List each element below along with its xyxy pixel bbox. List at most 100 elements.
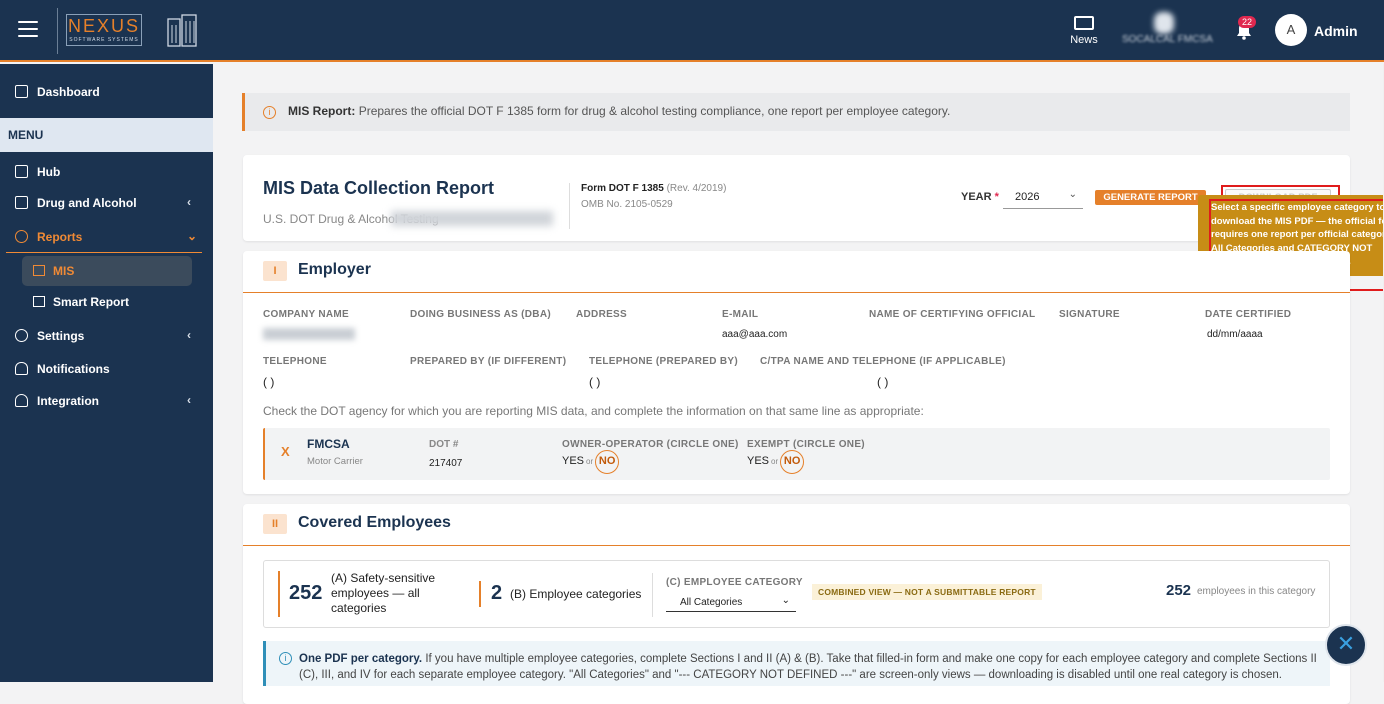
signature-label: SIGNATURE xyxy=(1059,309,1120,320)
sidebar-item-dashboard[interactable]: Dashboard xyxy=(0,77,213,107)
generate-report-button[interactable]: GENERATE REPORT xyxy=(1095,190,1206,205)
nexus-logo[interactable]: NEXUS SOFTWARE SYSTEMS xyxy=(66,14,142,46)
company-logo xyxy=(1154,12,1174,34)
hamburger-menu-icon[interactable] xyxy=(18,21,38,37)
divider xyxy=(243,545,1350,546)
news-button[interactable]: News xyxy=(1068,16,1100,46)
employee-categories-count: 2 xyxy=(491,582,503,604)
sidebar-item-hub[interactable]: Hub xyxy=(0,157,213,187)
exempt-label: EXEMPT (CIRCLE ONE) xyxy=(747,439,865,450)
divider xyxy=(6,252,202,253)
sidebar-item-smart-report[interactable]: Smart Report xyxy=(22,288,192,316)
yes-option[interactable]: YES xyxy=(562,455,584,467)
sidebar-item-drug-alcohol[interactable]: Drug and Alcohol ‹ xyxy=(0,188,213,218)
section-number: I xyxy=(263,261,287,281)
bell-icon xyxy=(15,362,28,375)
menu-header: MENU xyxy=(0,118,213,152)
prepared-by-label: PREPARED BY (IF DIFFERENT) xyxy=(410,356,567,367)
dot-number-label: DOT # xyxy=(429,439,459,450)
sidebar-item-settings[interactable]: Settings ‹ xyxy=(0,321,213,351)
agency-name: FMCSA xyxy=(307,437,350,451)
section-number: II xyxy=(263,514,287,534)
ctpa-label: C/TPA NAME AND TELEPHONE (IF APPLICABLE) xyxy=(760,356,1006,367)
calendar-icon xyxy=(33,296,45,307)
divider xyxy=(569,183,570,229)
exempt-choice[interactable]: YES or NO xyxy=(747,450,805,474)
sidebar-item-mis[interactable]: MIS xyxy=(22,256,192,286)
divider xyxy=(243,292,1350,293)
safety-sensitive-text: (A) Safety-sensitive employees — all cat… xyxy=(331,571,436,615)
omb-number: OMB No. 2105-0529 xyxy=(581,199,673,210)
info-alert: i MIS Report: Prepares the official DOT … xyxy=(242,93,1350,131)
sidebar-item-label: Dashboard xyxy=(37,85,100,99)
newspaper-icon xyxy=(1074,16,1094,30)
sidebar-item-label: Notifications xyxy=(37,362,110,376)
date-certified-label: DATE CERTIFIED xyxy=(1205,309,1292,320)
telephone-label: TELEPHONE xyxy=(263,356,327,367)
news-label: News xyxy=(1070,34,1098,46)
calendar-icon xyxy=(33,265,45,276)
sidebar-item-notifications[interactable]: Notifications xyxy=(0,354,213,384)
employee-category-select[interactable]: All Categories ⌄ xyxy=(666,592,796,612)
redacted-text xyxy=(391,211,553,226)
dba-label: DOING BUSINESS AS (DBA) xyxy=(410,309,551,320)
certifying-official-label: NAME OF CERTIFYING OFFICIAL xyxy=(869,309,1036,320)
employee-category-label: (C) EMPLOYEE CATEGORY xyxy=(666,577,803,588)
checkbox-icon xyxy=(15,165,28,178)
notification-badge: 22 xyxy=(1238,16,1257,28)
top-bar: NEXUS SOFTWARE SYSTEMS News SOCALCAL FMCS… xyxy=(0,0,1384,62)
company-name-field[interactable] xyxy=(263,328,355,340)
sidebar-item-reports[interactable]: Reports ⌄ xyxy=(0,222,213,252)
safety-sensitive-count: 252 xyxy=(289,582,323,604)
dot-number-value: 217407 xyxy=(429,458,463,469)
employee-stats: 252 (A) Safety-sensitive employees — all… xyxy=(263,560,1330,628)
chevron-down-icon: ⌄ xyxy=(187,229,198,243)
employees-in-category-text: employees in this category xyxy=(1197,586,1316,597)
chevron-down-icon: ⌄ xyxy=(1068,189,1077,200)
home-icon xyxy=(15,85,28,98)
pie-chart-icon xyxy=(15,230,28,243)
address-label: ADDRESS xyxy=(576,309,627,320)
owner-operator-choice[interactable]: YES or NO xyxy=(562,450,620,474)
section-title: Covered Employees xyxy=(298,514,451,531)
main-content: i MIS Report: Prepares the official DOT … xyxy=(213,64,1384,704)
email-field[interactable]: aaa@aaa.com xyxy=(722,329,787,340)
telephone-field[interactable]: ( ) xyxy=(263,375,274,389)
combined-view-badge: COMBINED VIEW — NOT A SUBMITTABLE REPORT xyxy=(812,584,1042,600)
sidebar-item-label: Drug and Alcohol xyxy=(37,196,137,210)
assistant-fab-button[interactable]: ✕ xyxy=(1325,624,1367,666)
company-name-label: COMPANY NAME xyxy=(263,309,350,320)
ctpa-field[interactable]: ( ) xyxy=(877,375,888,389)
accent-bar xyxy=(479,581,481,607)
chevron-left-icon: ‹ xyxy=(187,328,191,342)
employees-in-category-count: 252 xyxy=(1166,582,1192,599)
email-label: E-MAIL xyxy=(722,309,759,320)
chevron-left-icon: ‹ xyxy=(187,195,191,209)
section-title: Employer xyxy=(298,261,371,278)
agency-check-mark[interactable]: X xyxy=(281,444,290,459)
gear-icon xyxy=(15,329,28,342)
owner-operator-label: OWNER-OPERATOR (CIRCLE ONE) xyxy=(562,439,739,450)
covered-employees-section: II Covered Employees 252 (A) Safety-sens… xyxy=(243,504,1350,704)
year-select[interactable]: 2026 ⌄ xyxy=(1003,185,1083,209)
accent-bar xyxy=(278,571,280,617)
no-option-circled[interactable]: NO xyxy=(780,450,805,474)
user-name[interactable]: Admin xyxy=(1314,23,1358,39)
fmcsa-row: X FMCSA Motor Carrier DOT # 217407 OWNER… xyxy=(263,428,1330,480)
company-label[interactable]: SOCALCAL FMCSA xyxy=(1122,34,1213,45)
user-link-icon xyxy=(15,394,28,407)
page-title: MIS Data Collection Report xyxy=(263,178,495,198)
alert-title: MIS Report: xyxy=(288,104,356,118)
chevron-down-icon: ⌄ xyxy=(781,595,790,606)
sidebar-item-integration[interactable]: Integration ‹ xyxy=(0,386,213,416)
avatar[interactable]: A xyxy=(1275,14,1307,46)
telephone-prepared-field[interactable]: ( ) xyxy=(589,375,600,389)
building-icon xyxy=(167,14,197,47)
date-certified-field[interactable]: dd/mm/aaaa xyxy=(1207,329,1263,340)
no-option-circled[interactable]: NO xyxy=(595,450,620,474)
info-title: One PDF per category. xyxy=(299,653,423,665)
one-pdf-info: i One PDF per category. If you have mult… xyxy=(263,641,1330,686)
year-label: YEAR * xyxy=(961,191,999,203)
yes-option[interactable]: YES xyxy=(747,455,769,467)
form-number: Form DOT F 1385 (Rev. 4/2019) xyxy=(581,183,727,194)
